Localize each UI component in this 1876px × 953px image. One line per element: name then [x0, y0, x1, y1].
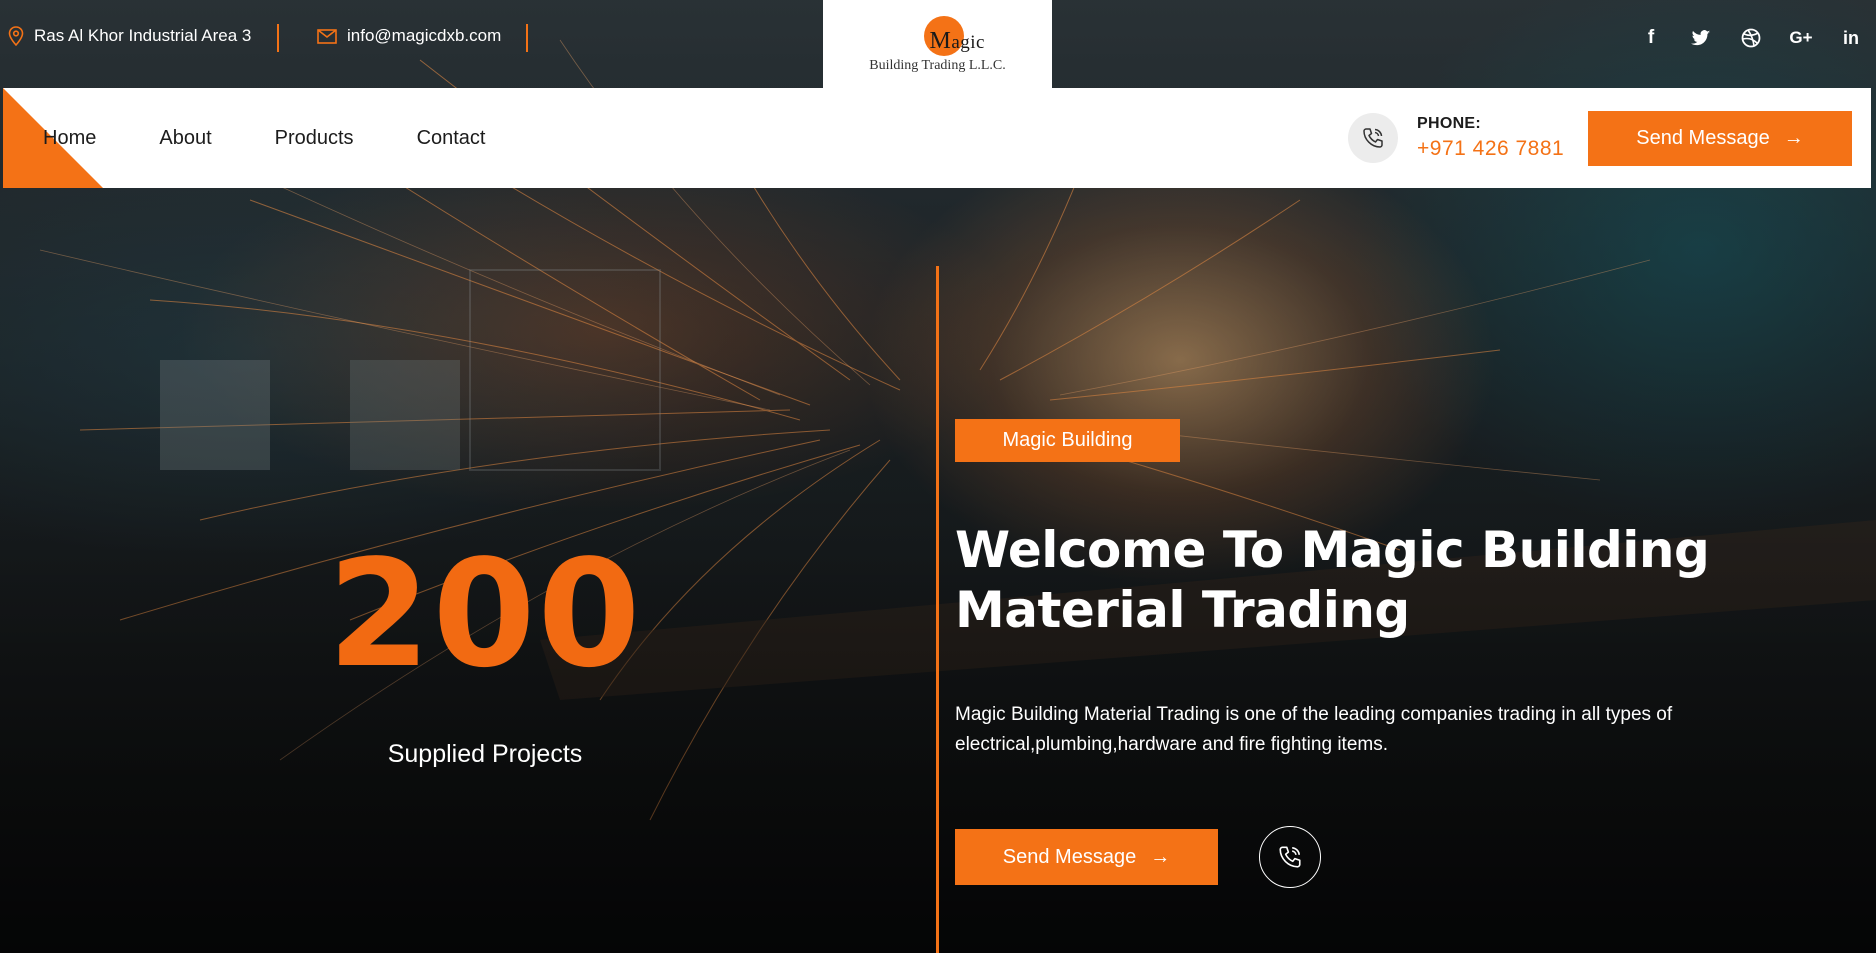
send-message-button[interactable]: Send Message → [1588, 111, 1852, 166]
address-text: Ras Al Khor Industrial Area 3 [34, 26, 252, 45]
nav-menu: Home About Products Contact [43, 88, 549, 188]
phone-label: PHONE: [1417, 115, 1482, 132]
send-message-label: Send Message [1636, 127, 1770, 149]
google-plus-icon[interactable]: G+ [1776, 24, 1826, 52]
top-divider [277, 24, 279, 52]
hero-tag: Magic Building [955, 419, 1180, 462]
social-links: f G+ in [1626, 24, 1876, 52]
phone-icon [1348, 113, 1398, 163]
arrow-right-icon: → [1150, 845, 1171, 868]
logo-word: Magic [930, 28, 986, 55]
hero-send-message-label: Send Message [1002, 845, 1137, 868]
stat-number: 200 [327, 528, 643, 700]
logo-subtitle: Building Trading L.L.C. [869, 58, 1006, 73]
top-divider [526, 24, 528, 52]
facebook-glyph: f [1647, 27, 1655, 48]
arrow-right-icon: → [1783, 127, 1804, 149]
nav-item-products[interactable]: Products [275, 127, 354, 150]
facebook-icon[interactable]: f [1626, 24, 1676, 52]
mail-icon [317, 28, 337, 44]
location-pin-icon [8, 26, 24, 46]
email-link[interactable]: info@magicdxb.com [347, 26, 501, 46]
hero-description: Magic Building Material Trading is one o… [955, 704, 1673, 755]
nav-item-contact[interactable]: Contact [417, 127, 486, 150]
logo-word-rest: agic [951, 32, 985, 53]
logo[interactable]: Magic Building Trading L.L.C. [823, 0, 1052, 88]
nav-item-home[interactable]: Home [43, 127, 96, 150]
logo-initial: M [929, 28, 952, 54]
hero-send-message-button[interactable]: Send Message → [955, 829, 1218, 885]
email-item[interactable]: info@magicdxb.com [317, 26, 501, 46]
twitter-icon[interactable] [1676, 24, 1726, 52]
top-bar: Ras Al Khor Industrial Area 3 info@magic… [0, 0, 1876, 88]
stat-label: Supplied Projects [387, 740, 583, 768]
call-button[interactable] [1259, 826, 1321, 888]
address-item: Ras Al Khor Industrial Area 3 [8, 26, 251, 46]
hero-divider [936, 266, 939, 953]
nav-item-about[interactable]: About [159, 127, 211, 150]
linkedin-glyph: in [1843, 27, 1859, 48]
hero-title: Welcome To Magic Building Material Tradi… [955, 521, 1710, 639]
dribbble-icon[interactable] [1726, 24, 1776, 52]
google-plus-glyph: G+ [1789, 28, 1813, 47]
phone-text: PHONE: +971 426 7881 [1417, 115, 1564, 161]
phone-number[interactable]: +971 426 7881 [1417, 137, 1564, 161]
linkedin-icon[interactable]: in [1826, 24, 1876, 52]
phone-contact[interactable]: PHONE: +971 426 7881 [1348, 113, 1564, 163]
phone-icon [1279, 846, 1301, 868]
logo-mark: Magic [883, 14, 993, 58]
main-navbar: Home About Products Contact PHONE: +971 … [3, 88, 1871, 188]
